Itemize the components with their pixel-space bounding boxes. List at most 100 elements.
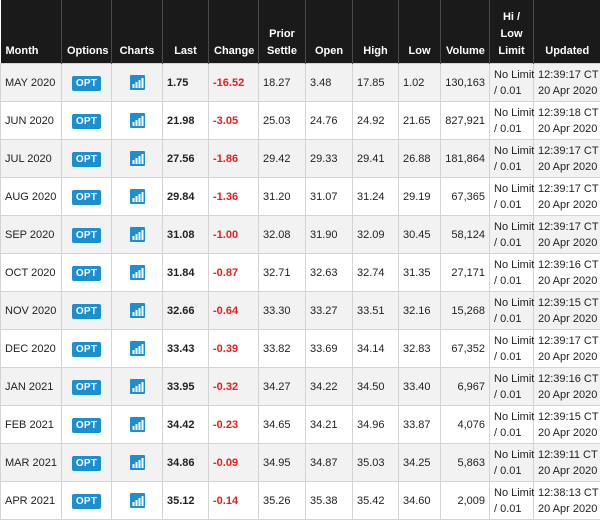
- header-last-label: Last: [174, 45, 197, 57]
- header-open[interactable]: Open: [305, 0, 353, 64]
- prior-settle-value: 29.42: [263, 152, 291, 165]
- month-label: MAY 2020: [5, 76, 56, 89]
- change-cell: -1.36: [208, 177, 259, 216]
- month-label: OCT 2020: [5, 266, 56, 279]
- open-cell: 33.27: [305, 291, 353, 330]
- limit-line2: / 0.01: [494, 464, 522, 477]
- volume-cell: 6,967: [440, 367, 490, 406]
- high-cell: 34.96: [352, 405, 399, 444]
- bar-chart-icon[interactable]: [129, 113, 145, 129]
- last-value: 33.95: [167, 380, 195, 393]
- volume-value: 4,076: [457, 418, 485, 431]
- last-value: 31.84: [167, 266, 195, 279]
- open-cell: 32.63: [305, 253, 353, 292]
- last-cell: 27.56: [162, 139, 209, 178]
- change-cell: -0.87: [208, 253, 259, 292]
- header-last[interactable]: Last: [162, 0, 209, 64]
- table-row: SEP 2020 OPT 31.08 -1.00 32.08 31.90 32.…: [0, 215, 600, 254]
- updated-time: 12:39:18 CT: [538, 106, 599, 119]
- prior-settle-value: 32.71: [263, 266, 291, 279]
- limit-line2: / 0.01: [494, 426, 522, 439]
- opt-button[interactable]: OPT: [71, 455, 102, 471]
- low-value: 33.87: [403, 418, 431, 431]
- high-value: 32.09: [357, 228, 385, 241]
- opt-button[interactable]: OPT: [71, 265, 102, 281]
- open-value: 33.27: [310, 304, 338, 317]
- opt-button[interactable]: OPT: [71, 493, 102, 509]
- open-value: 34.22: [310, 380, 338, 393]
- updated-cell: 12:39:15 CT 20 Apr 2020: [533, 405, 600, 444]
- open-value: 31.07: [310, 190, 338, 203]
- opt-button[interactable]: OPT: [71, 189, 102, 205]
- opt-button[interactable]: OPT: [71, 75, 102, 91]
- bar-chart-icon[interactable]: [129, 265, 145, 281]
- opt-button[interactable]: OPT: [71, 303, 102, 319]
- prior-settle-cell: 33.82: [258, 329, 306, 368]
- open-value: 31.90: [310, 228, 338, 241]
- limit-line2: / 0.01: [494, 160, 522, 173]
- bar-chart-icon[interactable]: [129, 379, 145, 395]
- bar-chart-icon[interactable]: [129, 493, 145, 509]
- updated-cell: 12:39:11 CT 20 Apr 2020: [533, 443, 600, 482]
- bar-chart-icon[interactable]: [129, 341, 145, 357]
- change-value: -16.52: [213, 76, 245, 89]
- limit-line2: / 0.01: [494, 236, 522, 249]
- header-updated-label: Updated: [545, 45, 590, 57]
- limit-cell: No Limit / 0.01: [489, 253, 534, 292]
- change-value: -0.23: [213, 418, 239, 431]
- bar-chart-icon[interactable]: [129, 227, 145, 243]
- change-cell: -3.05: [208, 101, 259, 140]
- change-value: -0.39: [213, 342, 239, 355]
- volume-cell: 4,076: [440, 405, 490, 444]
- opt-button[interactable]: OPT: [71, 379, 102, 395]
- bar-chart-icon[interactable]: [129, 151, 145, 167]
- header-hilo-line1: Hi /: [502, 11, 521, 23]
- opt-button[interactable]: OPT: [71, 151, 102, 167]
- table-row: MAR 2021 OPT 34.86 -0.09 34.95 34.87 35.…: [0, 443, 600, 482]
- limit-line2: / 0.01: [494, 198, 522, 211]
- volume-value: 130,163: [445, 76, 485, 89]
- limit-cell: No Limit / 0.01: [489, 177, 534, 216]
- opt-button[interactable]: OPT: [71, 113, 102, 129]
- last-cell: 1.75: [162, 63, 209, 102]
- table-row: NOV 2020 OPT 32.66 -0.64 33.30 33.27 33.…: [0, 291, 600, 330]
- opt-button[interactable]: OPT: [71, 227, 102, 243]
- header-low[interactable]: Low: [398, 0, 441, 64]
- bar-chart-icon[interactable]: [129, 417, 145, 433]
- low-cell: 32.83: [398, 329, 441, 368]
- bar-chart-icon[interactable]: [129, 455, 145, 471]
- low-value: 32.83: [403, 342, 431, 355]
- month-cell: NOV 2020: [0, 291, 62, 330]
- header-prior-settle[interactable]: Prior Settle: [258, 0, 306, 64]
- header-volume[interactable]: Volume: [440, 0, 490, 64]
- high-value: 24.92: [357, 114, 385, 127]
- header-updated[interactable]: Updated: [533, 0, 600, 64]
- table-row: APR 2021 OPT 35.12 -0.14 35.26 35.38 35.…: [0, 481, 600, 520]
- change-value: -0.32: [213, 380, 239, 393]
- bar-chart-icon[interactable]: [129, 303, 145, 319]
- opt-button[interactable]: OPT: [71, 417, 102, 433]
- limit-line1: No Limit: [494, 144, 535, 157]
- bar-chart-icon[interactable]: [129, 75, 145, 91]
- open-value: 32.63: [310, 266, 338, 279]
- volume-value: 181,864: [445, 152, 485, 165]
- header-open-label: Open: [314, 45, 344, 57]
- table-row: MAY 2020 OPT 1.75 -16.52 18.27 3.48 17.8…: [0, 63, 600, 102]
- limit-cell: No Limit / 0.01: [489, 63, 534, 102]
- header-change[interactable]: Change: [208, 0, 259, 64]
- options-cell: OPT: [61, 367, 112, 406]
- header-prior-settle-line2: Settle: [267, 45, 297, 57]
- last-value: 29.84: [167, 190, 195, 203]
- prior-settle-cell: 29.42: [258, 139, 306, 178]
- header-options-label: Options: [67, 45, 109, 57]
- bar-chart-icon[interactable]: [129, 189, 145, 205]
- open-cell: 29.33: [305, 139, 353, 178]
- month-cell: OCT 2020: [0, 253, 62, 292]
- header-high[interactable]: High: [352, 0, 399, 64]
- last-cell: 31.84: [162, 253, 209, 292]
- month-label: MAR 2021: [5, 456, 57, 469]
- opt-button[interactable]: OPT: [71, 341, 102, 357]
- header-month[interactable]: Month: [0, 0, 62, 64]
- change-cell: -0.32: [208, 367, 259, 406]
- last-cell: 34.42: [162, 405, 209, 444]
